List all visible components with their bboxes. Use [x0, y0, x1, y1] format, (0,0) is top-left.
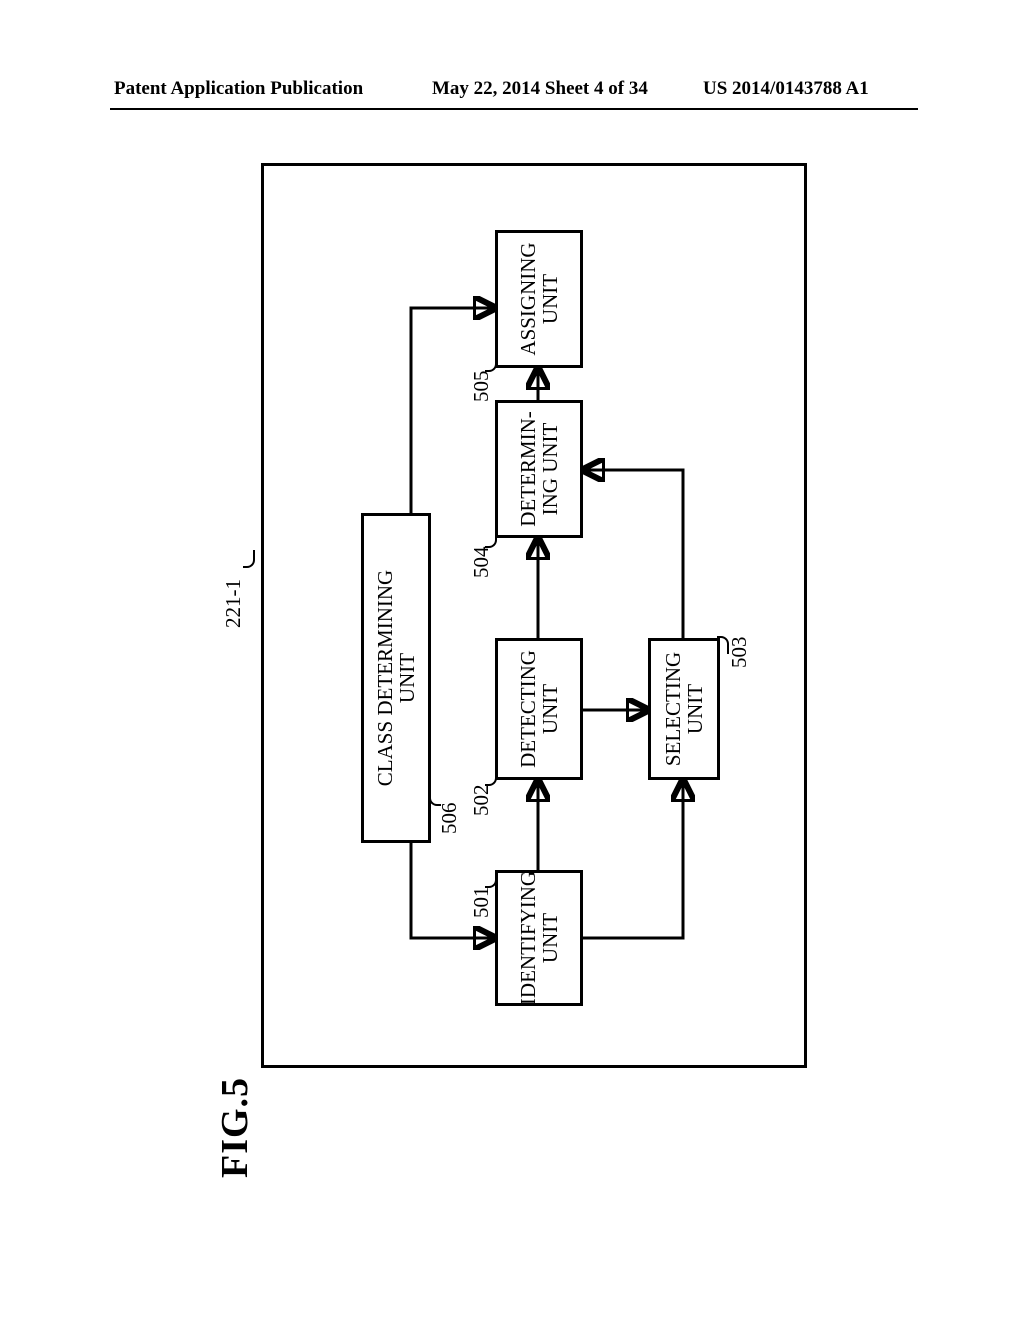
header-publication: Patent Application Publication	[114, 78, 363, 100]
ref-501: 501	[469, 887, 494, 919]
header-pub-number: US 2014/0143788 A1	[703, 78, 869, 100]
container-ref-tick	[243, 550, 255, 568]
block-label: ASSIGNING UNIT	[517, 242, 561, 355]
block-label: DETECTING UNIT	[517, 650, 561, 768]
block-detecting: DETECTING UNIT	[495, 638, 583, 780]
ref-503-tick	[717, 636, 729, 654]
ref-505: 505	[469, 371, 494, 403]
page: Patent Application Publication May 22, 2…	[0, 0, 1024, 1320]
block-label: DETERMIN- ING UNIT	[517, 411, 561, 526]
ref-504: 504	[469, 547, 494, 579]
block-label: IDENTIFYING UNIT	[517, 871, 561, 1005]
block-assigning: ASSIGNING UNIT	[495, 230, 583, 368]
figure-stage: FIG.5 221-1	[193, 163, 807, 1068]
ref-502: 502	[469, 785, 494, 817]
block-class-determining: CLASS DETERMINING UNIT	[361, 513, 431, 843]
ref-503: 503	[727, 637, 752, 669]
block-identifying: IDENTIFYING UNIT	[495, 870, 583, 1006]
ref-506: 506	[437, 803, 462, 835]
header-date-sheet: May 22, 2014 Sheet 4 of 34	[432, 78, 648, 100]
figure-title: FIG.5	[213, 1077, 257, 1178]
block-determining: DETERMIN- ING UNIT	[495, 400, 583, 538]
ref-506-tick	[429, 788, 441, 806]
figure-area: FIG.5 221-1	[193, 163, 807, 1068]
block-selecting: SELECTING UNIT	[648, 638, 720, 780]
page-header: Patent Application Publication May 22, 2…	[0, 78, 1024, 106]
container-ref-label: 221-1	[221, 579, 246, 628]
header-rule	[110, 108, 918, 110]
block-label: SELECTING UNIT	[662, 652, 706, 766]
block-label: CLASS DETERMINING UNIT	[374, 570, 418, 786]
